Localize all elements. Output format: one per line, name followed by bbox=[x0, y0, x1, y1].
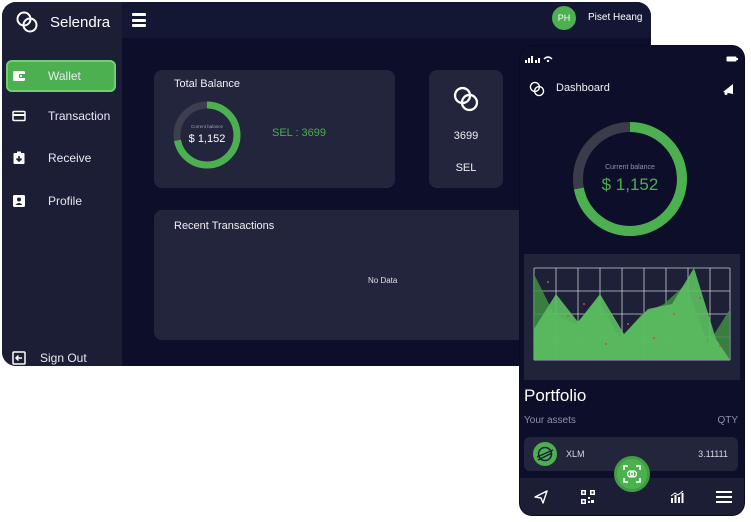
page-title: Dashboard bbox=[556, 82, 610, 94]
card-icon bbox=[12, 109, 26, 123]
assets-label: Your assets bbox=[524, 415, 576, 426]
balance-ring: Current balance $ 1,152 bbox=[573, 122, 687, 236]
recent-transactions-card: Recent Transactions No Data bbox=[154, 210, 534, 340]
card-title: Recent Transactions bbox=[174, 220, 275, 232]
ring-caption: Current balance bbox=[191, 124, 224, 129]
sidebar: Selendra Wallet Transaction Receive Prof… bbox=[2, 2, 122, 366]
sidebar-item-label: Receive bbox=[48, 151, 92, 165]
token-symbol: SEL bbox=[455, 162, 477, 174]
selendra-logo-icon[interactable] bbox=[528, 80, 546, 98]
sidebar-item-transaction[interactable]: Transaction bbox=[6, 100, 116, 132]
stage: Selendra Wallet Transaction Receive Prof… bbox=[0, 0, 751, 522]
sidebar-item-profile[interactable]: Profile bbox=[6, 185, 116, 217]
wallet-icon bbox=[12, 69, 26, 83]
ring-value: $ 1,152 bbox=[602, 175, 659, 194]
selendra-logo-icon bbox=[16, 11, 38, 33]
signal-icon bbox=[525, 56, 553, 63]
send-icon[interactable] bbox=[534, 490, 548, 504]
sign-out-button[interactable]: Sign Out bbox=[6, 342, 116, 366]
sidebar-item-label: Wallet bbox=[48, 69, 81, 83]
stats-icon[interactable] bbox=[670, 490, 684, 504]
token-card: 3699 SEL bbox=[429, 70, 503, 188]
portfolio-title: Portfolio bbox=[524, 386, 587, 405]
bell-icon[interactable] bbox=[721, 82, 735, 96]
phone-screen: Dashboard Current balance $ 1,152 Portfo… bbox=[520, 46, 744, 515]
token-amount: 3699 bbox=[453, 130, 479, 142]
menu-icon[interactable] bbox=[716, 491, 732, 503]
sidebar-item-label: Transaction bbox=[48, 109, 111, 123]
status-bar bbox=[520, 46, 744, 64]
profile-icon bbox=[12, 194, 26, 208]
user-name[interactable]: Piset Heang bbox=[588, 12, 642, 23]
selendra-logo-icon bbox=[453, 86, 479, 112]
card-title: Total Balance bbox=[174, 78, 241, 90]
ring-caption: Current balance bbox=[605, 164, 655, 171]
sidebar-item-label: Profile bbox=[48, 194, 83, 208]
receive-icon bbox=[12, 151, 26, 165]
portfolio-chart bbox=[524, 254, 740, 380]
sidebar-item-receive[interactable]: Receive bbox=[6, 142, 116, 174]
qty-label: QTY bbox=[717, 415, 738, 426]
area-chart bbox=[533, 267, 731, 361]
sign-out-icon bbox=[12, 351, 26, 365]
xlm-icon bbox=[533, 442, 557, 466]
ring-value: $ 1,152 bbox=[189, 133, 226, 145]
total-balance-card: Total Balance Current balance $ 1,152 SE… bbox=[154, 70, 395, 188]
battery-icon bbox=[726, 56, 738, 62]
sel-amount: SEL : 3699 bbox=[272, 127, 327, 139]
menu-icon[interactable] bbox=[132, 13, 146, 27]
sign-out-label: Sign Out bbox=[40, 351, 87, 365]
top-bar: PH Piset Heang bbox=[122, 2, 651, 38]
asset-qty: 3.11111 bbox=[698, 449, 728, 459]
qr-code-icon[interactable] bbox=[581, 490, 595, 504]
scan-button[interactable] bbox=[614, 456, 650, 492]
sidebar-item-wallet[interactable]: Wallet bbox=[6, 60, 116, 92]
scan-icon bbox=[623, 465, 641, 483]
empty-state: No Data bbox=[368, 276, 398, 285]
brand-name: Selendra bbox=[50, 13, 111, 31]
avatar[interactable]: PH bbox=[552, 6, 576, 30]
balance-ring: Current balance $ 1,152 bbox=[173, 101, 241, 169]
asset-name: XLM bbox=[566, 449, 585, 459]
brand[interactable]: Selendra bbox=[14, 8, 110, 36]
